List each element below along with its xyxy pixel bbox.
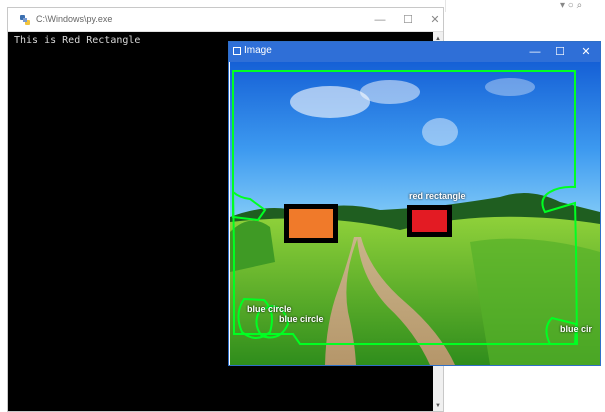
- image-window-icon: [233, 47, 241, 55]
- image-window[interactable]: Image — ☐ ✕ red rectangle blue circle bl…: [228, 41, 601, 366]
- image-minimize-button[interactable]: —: [522, 42, 548, 62]
- console-title: C:\Windows\py.exe: [36, 14, 113, 24]
- scroll-down-arrow-icon[interactable]: ▼: [433, 403, 443, 409]
- console-maximize-button[interactable]: ☐: [395, 10, 421, 30]
- label-blue-circle-2: blue circle: [279, 314, 324, 324]
- scene-label-layer: red rectangle blue circle blue circle bl…: [230, 62, 600, 365]
- image-window-title: Image: [244, 45, 272, 56]
- image-titlebar[interactable]: Image — ☐ ✕: [229, 42, 600, 62]
- image-close-button[interactable]: ✕: [573, 42, 599, 62]
- label-blue-circle-3: blue cir: [560, 324, 593, 334]
- console-minimize-button[interactable]: —: [367, 10, 393, 30]
- console-titlebar[interactable]: C:\Windows\py.exe — ☐ ✕: [8, 8, 443, 32]
- image-maximize-button[interactable]: ☐: [547, 42, 573, 62]
- python-icon: [20, 15, 30, 25]
- label-red-rectangle: red rectangle: [409, 191, 466, 201]
- background-toolbar-glyphs: ▾ ○ ⌕: [560, 0, 583, 11]
- console-output: This is Red Rectangle: [14, 35, 141, 46]
- console-close-button[interactable]: ✕: [422, 10, 448, 30]
- label-blue-circle-1: blue circle: [247, 304, 292, 314]
